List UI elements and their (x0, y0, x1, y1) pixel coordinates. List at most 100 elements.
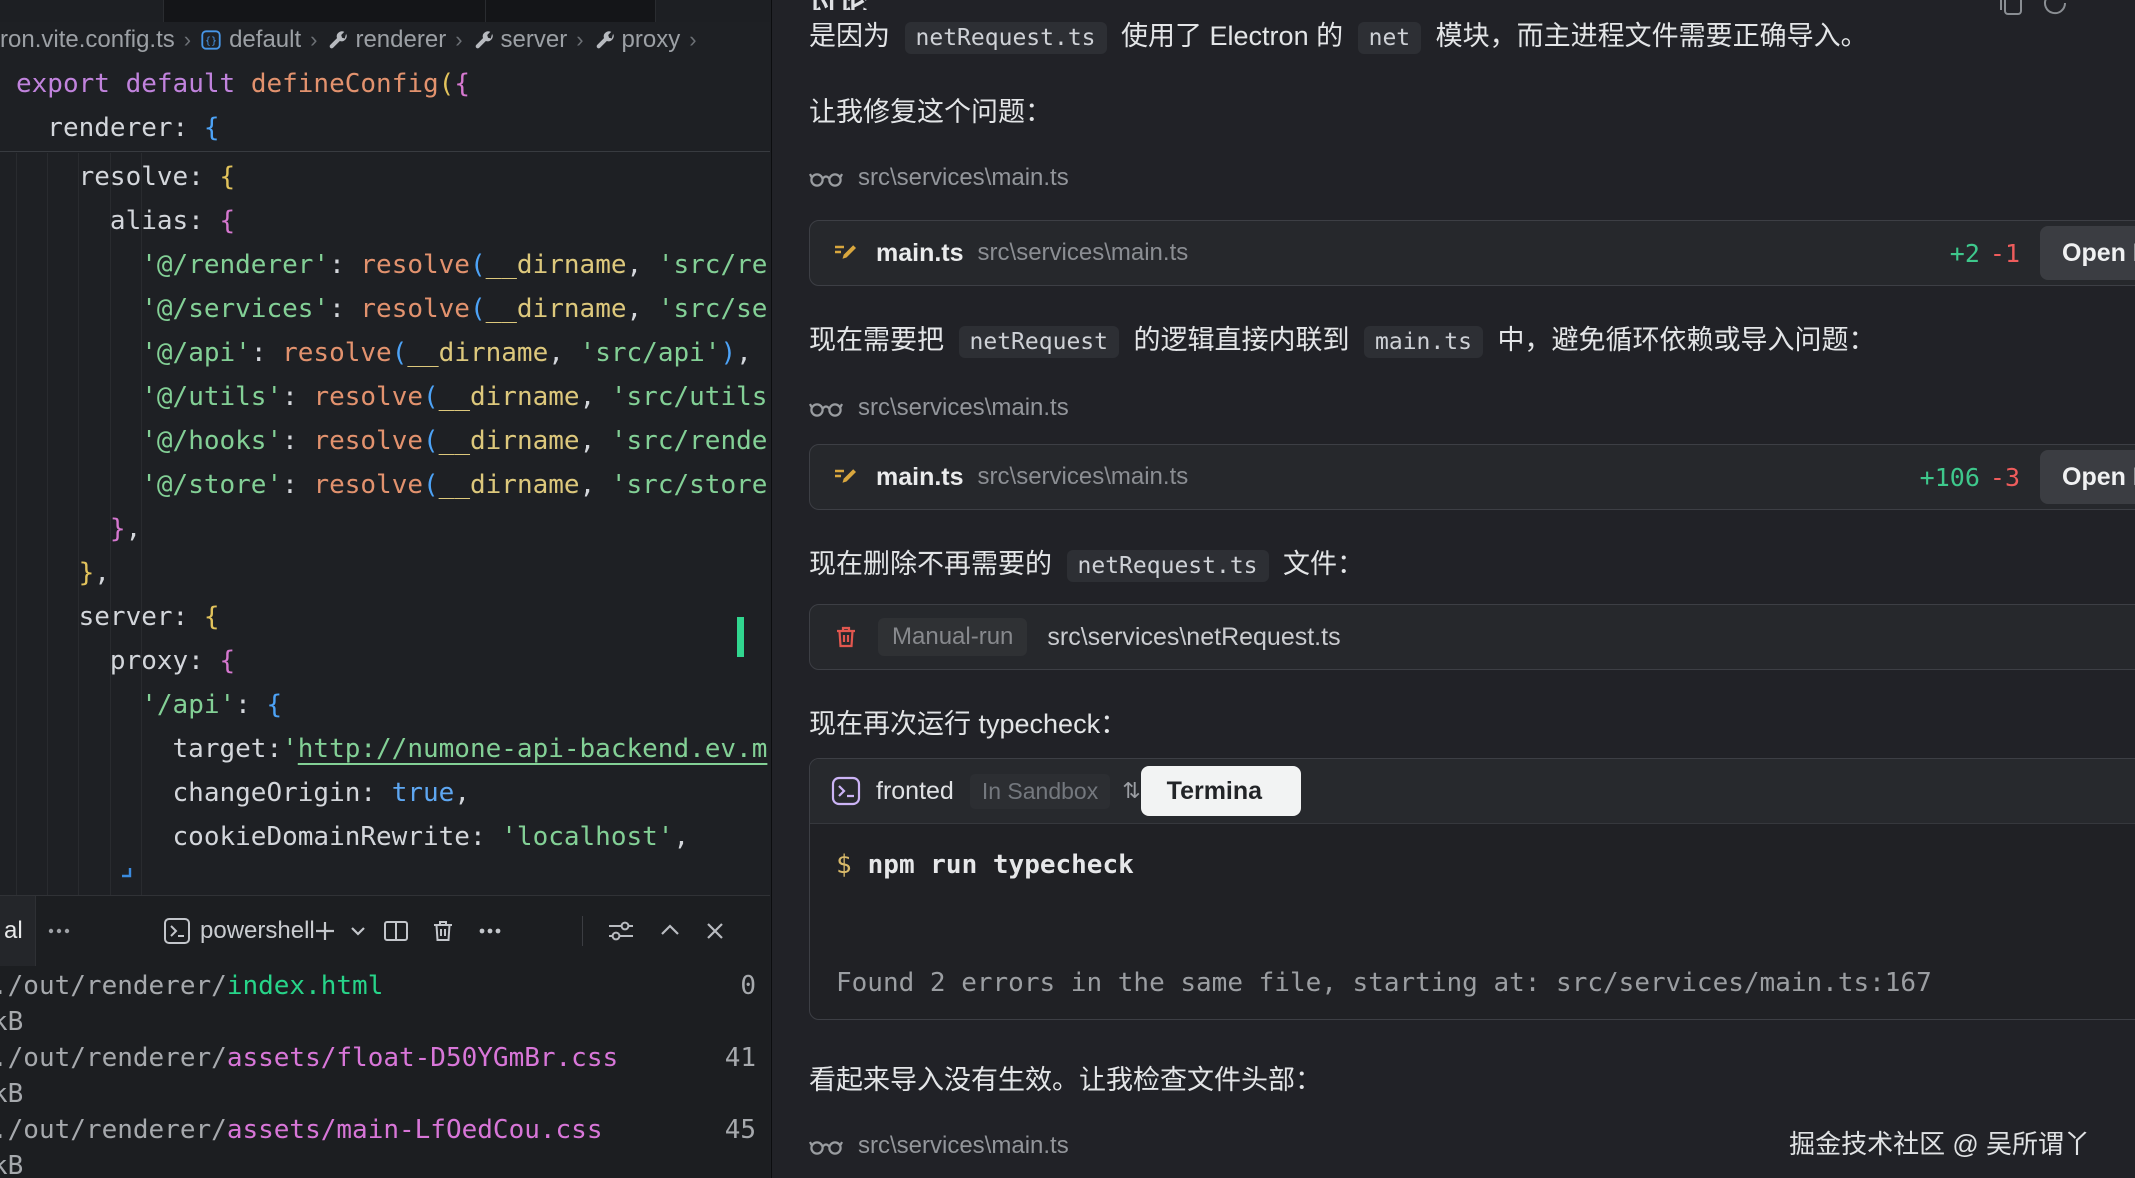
glasses-icon (809, 398, 843, 418)
wrench-icon (326, 29, 348, 51)
code-line[interactable]: '@/store': resolve(__dirname, 'src/store (16, 463, 770, 507)
breadcrumb[interactable]: ron.vite.config.ts ›{}default›renderer›s… (0, 22, 770, 58)
toolbar-divider (582, 916, 583, 946)
editor-tab[interactable] (0, 0, 163, 22)
sandbox-badge: In Sandbox (970, 774, 1110, 809)
open-diff-button[interactable]: Open Dif (2040, 226, 2135, 280)
terminal-action-button[interactable]: Termina (1141, 766, 1301, 816)
command-line: $npm run typecheck (836, 850, 2135, 880)
terminal-panel[interactable]: al powershell (0, 895, 770, 1178)
terminal-name: fronted (876, 777, 954, 806)
editor-pane[interactable]: ron.vite.config.ts ›{}default›renderer›s… (0, 0, 770, 1178)
kill-terminal-icon[interactable] (429, 896, 457, 966)
panel-tab-terminal[interactable]: al (0, 896, 36, 966)
code-line[interactable]: server: { (16, 595, 770, 639)
terminal-card: fronted In Sandbox ⇅Termina $npm run typech… (809, 758, 2135, 1020)
code-line[interactable]: '@/hooks': resolve(__dirname, 'src/rende (16, 419, 770, 463)
code-line[interactable]: resolve: { (16, 155, 770, 199)
chat-message: 现在删除不再需要的 netRequest.ts 文件： (809, 544, 2135, 586)
breadcrumb-item-proxy[interactable]: proxy (593, 26, 681, 54)
code-line[interactable]: cookieDomainRewrite: 'localhost', (16, 815, 770, 859)
sticky-scroll[interactable]: export default defineConfig({ renderer: … (0, 58, 770, 152)
close-panel-icon[interactable] (703, 896, 727, 966)
editor-cursor (737, 617, 744, 657)
terminal-size-value: 0 (740, 968, 756, 1004)
chat-panel[interactable]: 是因为 netRequest.ts 使用了 Electron 的 net 模块，… (771, 0, 2135, 1178)
terminal-shell-tab[interactable]: powershell (200, 896, 315, 966)
wrap-indicator-icon (120, 865, 134, 879)
code-line[interactable]: '/api': { (16, 683, 770, 727)
terminal-output[interactable]: ./out/renderer/index.html0kB./out/render… (0, 968, 770, 1178)
file-read-path: src\services\main.ts (858, 164, 1069, 192)
breadcrumb-separator: › (689, 27, 696, 53)
editor-tab[interactable] (655, 0, 770, 22)
diff-deletions: -1 (1990, 239, 2020, 268)
editor-tab-strip[interactable] (0, 0, 770, 22)
new-terminal-icon[interactable] (312, 896, 338, 966)
file-read-path: src\services\main.ts (858, 394, 1069, 422)
code-line[interactable]: alias: { (16, 199, 770, 243)
app-window: ron.vite.config.ts ›{}default›renderer›s… (0, 0, 2135, 1178)
terminal-card-header: fronted In Sandbox ⇅Termina (810, 759, 2135, 824)
copy-icon[interactable] (1995, 0, 2025, 18)
terminal-row: kB (0, 1004, 770, 1040)
inline-code-chip: netRequest.ts (1067, 550, 1269, 582)
code-line[interactable]: '@/api': resolve(__dirname, 'src/api'), (16, 331, 770, 375)
breadcrumb-item-server[interactable]: server (472, 26, 568, 54)
breadcrumb-item-renderer[interactable]: renderer (326, 26, 446, 54)
open-diff-button[interactable]: Open Dif (2040, 450, 2135, 504)
diff-file-name: main.ts (876, 463, 964, 492)
terminal-more-actions-icon[interactable] (477, 896, 503, 966)
terminal-row: ./out/renderer/assets/float-D50YGmBr.css… (0, 1040, 770, 1076)
inline-code-chip: netRequest (959, 326, 1119, 358)
code-line[interactable]: '@/utils': resolve(__dirname, 'src/utils (16, 375, 770, 419)
breadcrumb-file[interactable]: ron.vite.config.ts (0, 26, 175, 54)
code-editor[interactable]: resolve: { alias: { '@/renderer': resolv… (0, 153, 770, 895)
tab-divider (163, 0, 164, 22)
code-line[interactable]: }, (16, 507, 770, 551)
wrench-icon (472, 29, 494, 51)
sort-icon[interactable]: ⇅ (1122, 778, 1140, 804)
code-line[interactable]: '@/services': resolve(__dirname, 'src/se (16, 287, 770, 331)
code-line[interactable]: renderer: { (16, 106, 770, 150)
breadcrumb-separator: › (576, 27, 583, 53)
chat-message: 看起来导入没有生效。让我检查文件头部： (809, 1060, 2135, 1100)
code-line[interactable]: '@/renderer': resolve(__dirname, 'src/re (16, 243, 770, 287)
breadcrumb-item-label: renderer (355, 26, 446, 54)
terminal-size-value: 41 (725, 1040, 756, 1076)
glasses-icon (809, 1136, 843, 1156)
split-terminal-icon[interactable] (382, 896, 410, 966)
file-read-row[interactable]: src\services\main.ts (809, 160, 2135, 196)
terminal-chip-icon (830, 775, 862, 807)
file-read-row[interactable]: src\services\main.ts (809, 390, 2135, 426)
manual-run-chip: Manual-run (878, 618, 1027, 656)
refresh-icon[interactable] (2040, 0, 2070, 18)
svg-text:{}: {} (205, 36, 217, 47)
terminal-row: kB (0, 1148, 770, 1178)
terminal-profile-dropdown-icon[interactable] (349, 896, 367, 966)
inline-code-chip: main.ts (1364, 326, 1483, 358)
chat-message: 让我修复这个问题： (809, 92, 2135, 132)
panel-settings-icon[interactable] (606, 896, 636, 966)
edit-pencil-icon (832, 463, 860, 491)
breadcrumb-item-default[interactable]: {}default (200, 26, 301, 54)
terminal-toolbar: al powershell (0, 896, 770, 966)
tab-divider (655, 0, 656, 22)
command-output: Found 2 errors in the same file, startin… (836, 968, 2135, 998)
code-line[interactable]: export default defineConfig({ (16, 62, 770, 106)
code-line[interactable]: }, (16, 551, 770, 595)
namespace-icon: {} (200, 29, 222, 51)
tab-divider (485, 0, 486, 22)
code-line[interactable]: changeOrigin: true, (16, 771, 770, 815)
code-line[interactable]: proxy: { (16, 639, 770, 683)
maximize-panel-icon[interactable] (658, 896, 682, 966)
more-panels-icon[interactable] (46, 896, 72, 966)
powershell-icon (163, 896, 191, 966)
code-line[interactable]: target:'http://numone-api-backend.ev.m (16, 727, 770, 771)
diff-additions: +106 (1920, 463, 1980, 492)
command-text: npm run typecheck (868, 850, 1134, 880)
diff-card[interactable]: main.tssrc\services\main.ts+2-1Open Dif (809, 220, 2135, 286)
terminal-row: ./out/renderer/assets/main-LfOedCou.css4… (0, 1112, 770, 1148)
delete-file-card[interactable]: Manual-runsrc\services\netRequest.ts (809, 604, 2135, 670)
diff-card[interactable]: main.tssrc\services\main.ts+106-3Open Di… (809, 444, 2135, 510)
